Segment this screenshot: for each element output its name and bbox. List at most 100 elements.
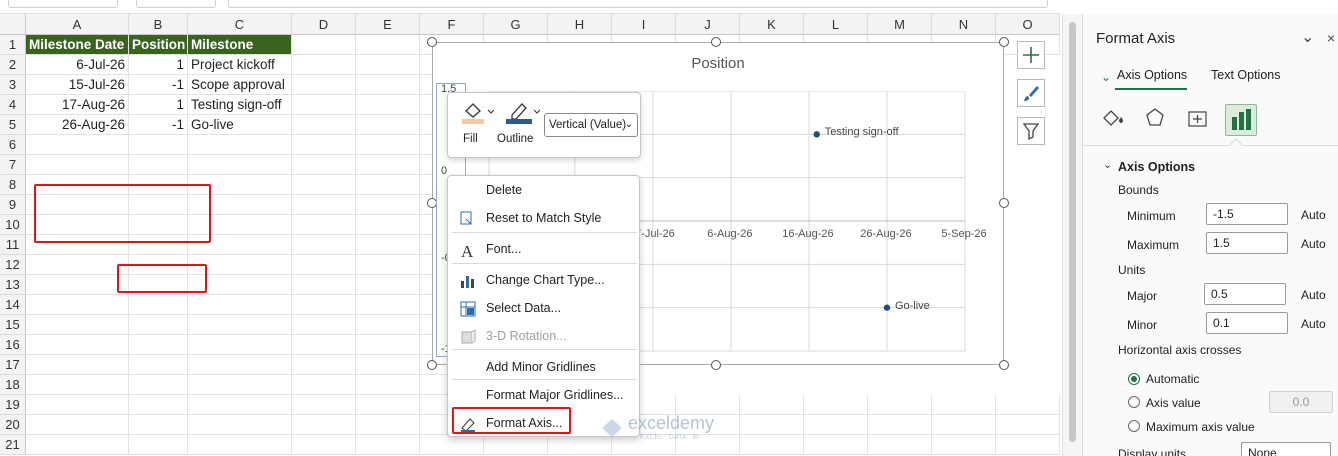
table-cell[interactable]: -1 — [129, 115, 188, 135]
column-header-H[interactable]: H — [548, 14, 612, 35]
cell[interactable] — [129, 415, 188, 435]
cell[interactable] — [356, 235, 420, 255]
cell[interactable] — [356, 415, 420, 435]
cell[interactable] — [129, 135, 188, 155]
row-header-2[interactable]: 2 — [0, 55, 26, 75]
radio-automatic[interactable] — [1128, 373, 1140, 385]
cell[interactable] — [356, 215, 420, 235]
table-cell[interactable]: 6-Jul-26 — [26, 55, 129, 75]
cell[interactable] — [188, 395, 292, 415]
data-point[interactable] — [813, 131, 820, 138]
row-header-13[interactable]: 13 — [0, 275, 26, 295]
cell[interactable] — [188, 355, 292, 375]
cell[interactable] — [292, 95, 356, 115]
formula-box[interactable] — [136, 0, 216, 8]
cell[interactable] — [188, 135, 292, 155]
cell[interactable] — [292, 295, 356, 315]
cell[interactable] — [356, 135, 420, 155]
cell[interactable] — [356, 95, 420, 115]
table-cell[interactable]: 17-Aug-26 — [26, 95, 129, 115]
chart-element-dropdown[interactable]: Vertical (Value) ⌄ — [544, 113, 638, 137]
cell[interactable] — [868, 415, 932, 435]
column-header-J[interactable]: J — [676, 14, 740, 35]
cell[interactable] — [129, 435, 188, 455]
chart-filters-button[interactable] — [1017, 117, 1045, 145]
table-cell[interactable]: 15-Jul-26 — [26, 75, 129, 95]
resize-handle[interactable] — [999, 360, 1009, 370]
column-header-E[interactable]: E — [356, 14, 420, 35]
cell[interactable] — [188, 295, 292, 315]
resize-handle[interactable] — [711, 360, 721, 370]
column-header-G[interactable]: G — [484, 14, 548, 35]
cell[interactable] — [356, 355, 420, 375]
minor-input[interactable]: 0.1 — [1206, 312, 1288, 334]
option-maximum-axis-value[interactable]: Maximum axis value — [1146, 420, 1255, 434]
radio-axis-value[interactable] — [1128, 396, 1140, 408]
menu-item-delete[interactable]: Delete — [448, 178, 639, 202]
cell[interactable] — [356, 175, 420, 195]
cell[interactable] — [932, 415, 996, 435]
column-header-O[interactable]: O — [996, 14, 1060, 35]
row-header-20[interactable]: 20 — [0, 415, 26, 435]
cell[interactable] — [129, 395, 188, 415]
cell[interactable] — [292, 335, 356, 355]
cell[interactable] — [292, 415, 356, 435]
row-header-10[interactable]: 10 — [0, 215, 26, 235]
radio-maximum-axis-value[interactable] — [1128, 420, 1140, 432]
cell[interactable] — [356, 55, 420, 75]
tab-axis-options[interactable]: Axis Options — [1117, 68, 1187, 82]
resize-handle[interactable] — [427, 360, 437, 370]
cell[interactable] — [26, 435, 129, 455]
cell[interactable] — [996, 395, 1060, 415]
row-header-8[interactable]: 8 — [0, 175, 26, 195]
column-header-D[interactable]: D — [292, 14, 356, 35]
cell[interactable] — [292, 135, 356, 155]
row-header-9[interactable]: 9 — [0, 195, 26, 215]
row-header-6[interactable]: 6 — [0, 135, 26, 155]
cell[interactable] — [356, 395, 420, 415]
maximum-input[interactable]: 1.5 — [1206, 232, 1288, 254]
select-all-corner[interactable] — [0, 14, 26, 35]
scroll-thumb[interactable] — [1069, 22, 1076, 442]
cell[interactable] — [292, 375, 356, 395]
column-header-C[interactable]: C — [188, 14, 292, 35]
cell[interactable] — [356, 75, 420, 95]
cell[interactable] — [26, 415, 129, 435]
cell[interactable] — [292, 115, 356, 135]
cell[interactable] — [292, 275, 356, 295]
cell[interactable] — [996, 415, 1060, 435]
cell[interactable] — [26, 135, 129, 155]
row-header-16[interactable]: 16 — [0, 335, 26, 355]
cell[interactable] — [292, 435, 356, 455]
chart-elements-button[interactable] — [1017, 41, 1045, 69]
cell[interactable] — [292, 315, 356, 335]
column-header-F[interactable]: F — [420, 14, 484, 35]
menu-item-format-major-gridlines[interactable]: Format Major Gridlines... — [448, 383, 639, 407]
cell[interactable] — [292, 175, 356, 195]
cell[interactable] — [26, 355, 129, 375]
minimum-input[interactable]: -1.5 — [1206, 203, 1288, 225]
minimum-auto[interactable]: Auto — [1301, 208, 1326, 222]
table-cell[interactable]: Go-live — [188, 115, 292, 135]
table-cell[interactable]: -1 — [129, 75, 188, 95]
cell[interactable] — [868, 395, 932, 415]
cell[interactable] — [129, 355, 188, 375]
cell[interactable] — [129, 375, 188, 395]
cell[interactable] — [188, 415, 292, 435]
cell[interactable] — [420, 435, 484, 455]
cell[interactable] — [188, 375, 292, 395]
cell[interactable] — [356, 375, 420, 395]
table-header-cell[interactable]: Milestone — [188, 35, 292, 55]
effects-pentagon-icon[interactable] — [1143, 106, 1167, 130]
cell[interactable] — [292, 155, 356, 175]
cell[interactable] — [26, 315, 129, 335]
row-header-11[interactable]: 11 — [0, 235, 26, 255]
column-header-M[interactable]: M — [868, 14, 932, 35]
row-header-12[interactable]: 12 — [0, 255, 26, 275]
resize-handle[interactable] — [999, 198, 1009, 208]
cell[interactable] — [484, 435, 548, 455]
cell[interactable] — [356, 255, 420, 275]
fill-label[interactable]: Fill — [463, 133, 478, 145]
cell[interactable] — [356, 275, 420, 295]
name-box[interactable] — [8, 0, 118, 8]
